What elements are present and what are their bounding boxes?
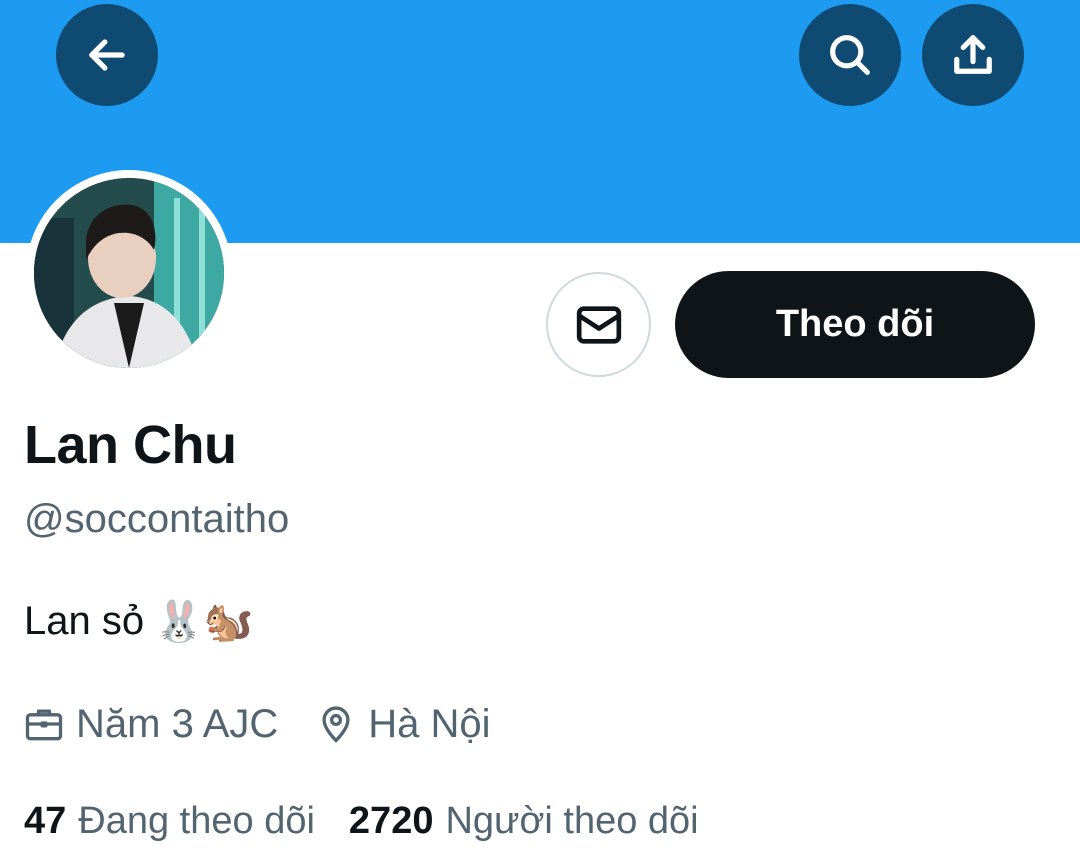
message-button[interactable] bbox=[546, 272, 651, 377]
followers-count: 2720 bbox=[348, 799, 434, 842]
share-button[interactable] bbox=[922, 4, 1024, 106]
avatar-image bbox=[34, 178, 224, 368]
following-link[interactable]: 47 Đang theo dõi bbox=[24, 800, 315, 843]
location-pin-icon bbox=[322, 706, 350, 743]
bio-emoji: 🐰🐿️ bbox=[154, 600, 254, 644]
location-info: Hà Nội bbox=[314, 701, 491, 747]
display-name: Lan Chu bbox=[24, 415, 237, 475]
profile-page: Theo dõi Lan Chu @soccontaitho Lan sỏ 🐰🐿… bbox=[0, 0, 1080, 855]
arrow-left-icon bbox=[89, 39, 125, 71]
follow-stats: 47 Đang theo dõi 2720 Người theo dõi bbox=[24, 795, 733, 847]
search-button[interactable] bbox=[799, 4, 901, 106]
envelope-icon bbox=[576, 305, 621, 344]
bio: Lan sỏ 🐰🐿️ bbox=[24, 598, 254, 645]
share-upload-icon bbox=[954, 35, 992, 74]
following-label: Đang theo dõi bbox=[78, 799, 315, 842]
avatar[interactable] bbox=[26, 170, 232, 376]
location-text: Hà Nội bbox=[368, 701, 491, 746]
briefcase-icon bbox=[25, 709, 63, 741]
followers-label: Người theo dõi bbox=[445, 799, 699, 842]
work-info: Năm 3 AJC bbox=[22, 702, 278, 747]
username-handle: @soccontaitho bbox=[24, 497, 290, 541]
following-count: 47 bbox=[24, 799, 67, 842]
bio-text: Lan sỏ bbox=[24, 599, 145, 643]
back-button[interactable] bbox=[56, 4, 158, 106]
follow-button[interactable]: Theo dõi bbox=[675, 271, 1035, 378]
search-icon bbox=[830, 35, 870, 75]
profile-meta: Năm 3 AJC Hà Nội bbox=[22, 696, 527, 752]
followers-link[interactable]: 2720 Người theo dõi bbox=[349, 800, 699, 843]
work-text: Năm 3 AJC bbox=[76, 701, 279, 746]
